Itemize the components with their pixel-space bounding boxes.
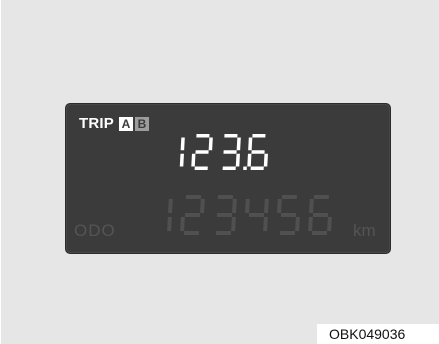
segment (250, 166, 264, 170)
trip-distance-value (179, 134, 268, 170)
segment (217, 195, 233, 199)
segment (180, 217, 185, 231)
segment (196, 134, 210, 138)
segment-digit (179, 137, 185, 167)
segment (191, 153, 196, 167)
segment (308, 217, 313, 231)
decimal-point (243, 166, 247, 170)
figure-code: OBK049036 (317, 324, 439, 344)
segment (167, 217, 172, 231)
segment (245, 199, 250, 213)
segment (277, 199, 282, 213)
segment (251, 150, 265, 154)
odometer-unit: km (353, 221, 376, 240)
cluster-lcd-display: TRIP A B ODO km (65, 103, 391, 254)
segment (183, 231, 200, 235)
segment (235, 153, 240, 167)
segment (311, 231, 328, 235)
segment-digit (247, 134, 268, 170)
segment (309, 199, 314, 213)
segment (248, 137, 253, 151)
segment (215, 231, 232, 235)
figure-background: TRIP A B ODO km OBK049036 (0, 0, 439, 344)
segment (281, 195, 297, 199)
segment (264, 199, 269, 213)
odometer-value (167, 195, 332, 235)
segment (263, 217, 268, 231)
segment (195, 150, 209, 154)
segment-digit (245, 199, 269, 231)
segment (224, 134, 238, 138)
trip-b-indicator: B (134, 117, 149, 131)
segment (184, 213, 201, 217)
trip-mode-indicator: TRIP A B (79, 115, 149, 133)
segment (180, 137, 185, 151)
segment (216, 213, 233, 217)
segment (222, 166, 236, 170)
segment (312, 213, 329, 217)
segment (327, 217, 332, 231)
trip-label: TRIP (79, 115, 114, 132)
segment-digit (180, 195, 205, 235)
segment (313, 195, 329, 199)
segment (252, 134, 266, 138)
segment (200, 199, 205, 213)
segment (232, 199, 237, 213)
segment (280, 213, 297, 217)
odometer-label: ODO (74, 221, 116, 240)
trip-a-indicator: A (118, 117, 133, 131)
segment-digit (308, 195, 332, 235)
segment (236, 137, 241, 151)
segment (248, 213, 265, 217)
segment (223, 150, 237, 154)
segment (247, 153, 252, 167)
segment-digit (215, 195, 237, 235)
segment (185, 195, 201, 199)
segment (279, 231, 296, 235)
segment (194, 166, 208, 170)
segment (208, 137, 213, 151)
segment (168, 199, 173, 213)
segment-digit (167, 199, 173, 231)
segment-digit (277, 195, 300, 235)
segment (263, 153, 268, 167)
segment-digit (191, 134, 213, 170)
segment-digit (222, 134, 241, 170)
segment (179, 153, 184, 167)
segment (231, 217, 236, 231)
segment (295, 217, 300, 231)
